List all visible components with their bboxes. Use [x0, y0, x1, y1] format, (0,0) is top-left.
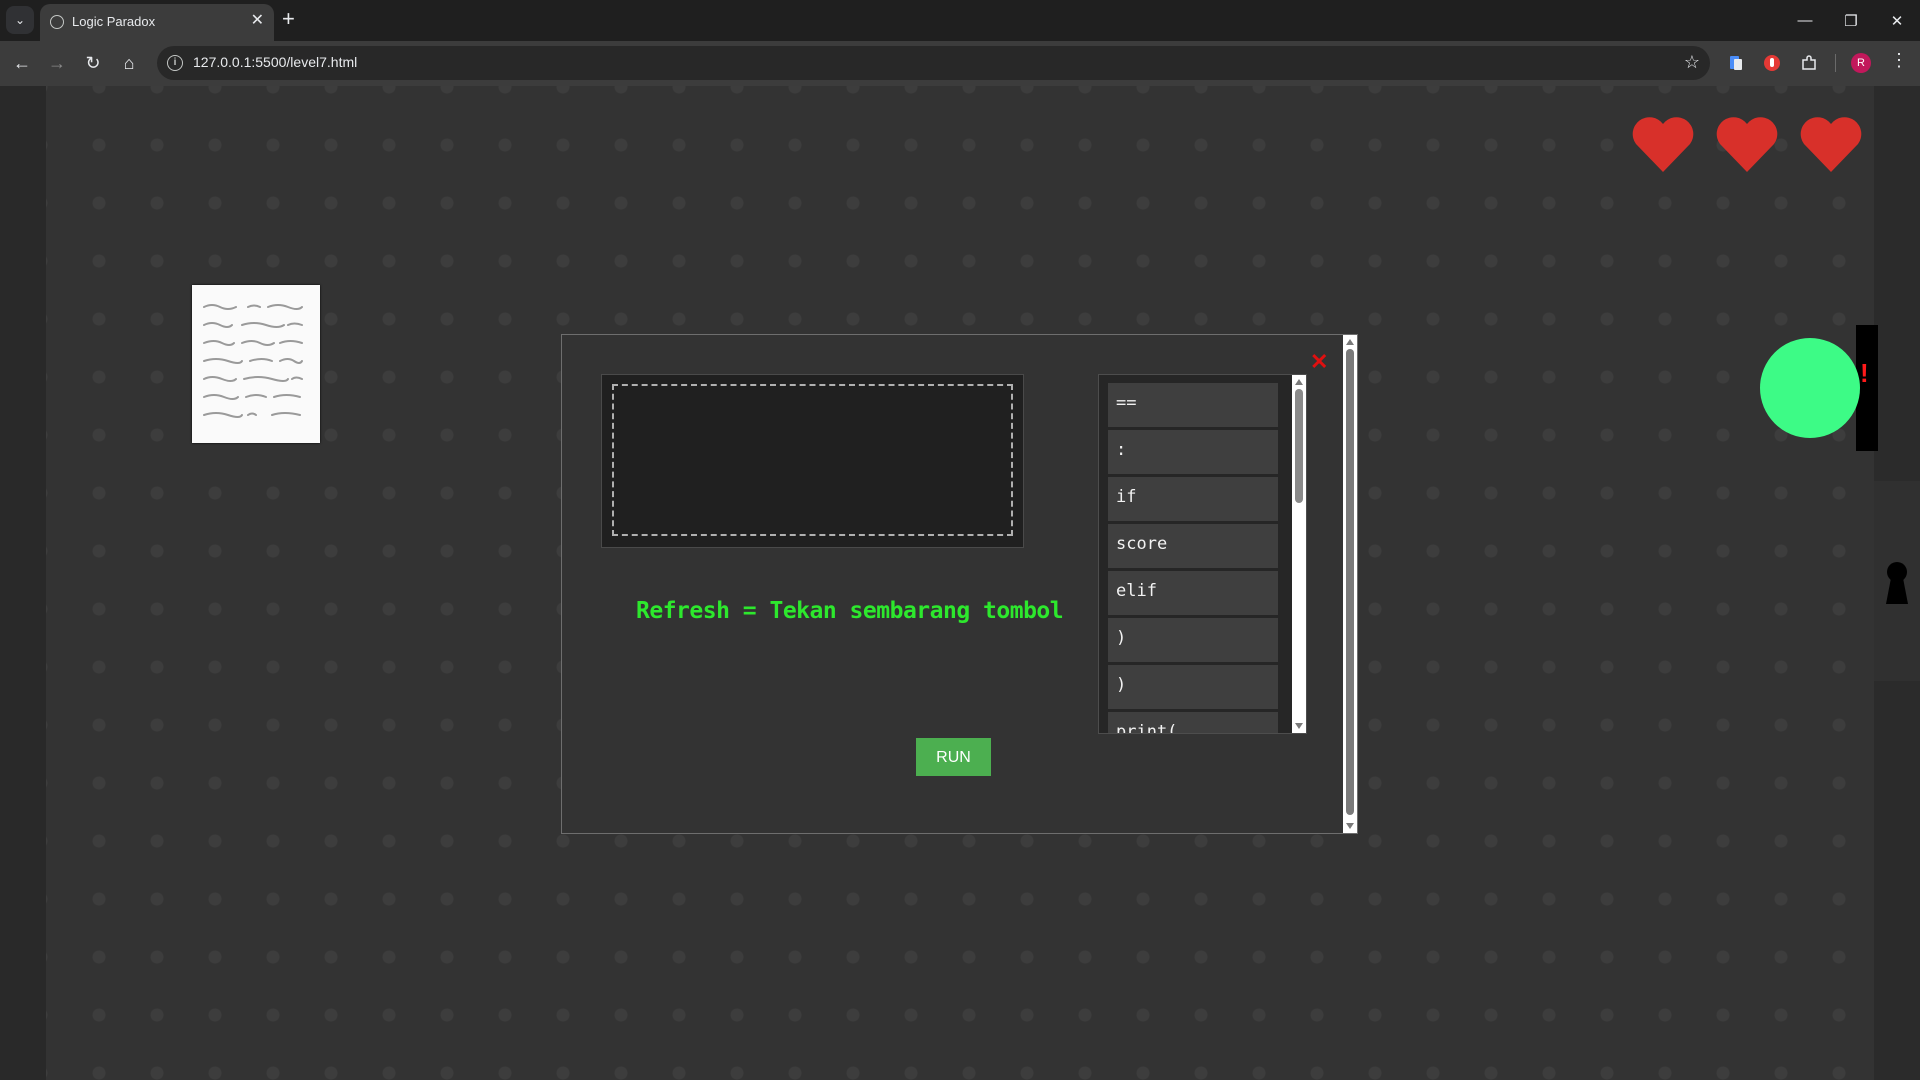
code-block[interactable]: elif	[1108, 571, 1278, 615]
page-viewport: ! Refresh = Tekan sembarang tombol == : …	[0, 86, 1920, 1080]
profile-avatar[interactable]: R	[1851, 53, 1871, 73]
close-tab-icon[interactable]: ✕	[251, 12, 264, 30]
code-block[interactable]: score	[1108, 524, 1278, 568]
npc-character[interactable]	[1760, 338, 1860, 438]
close-icon[interactable]: ✕	[1310, 349, 1328, 375]
extensions-puzzle-icon[interactable]	[1800, 54, 1818, 72]
lives-display	[1630, 114, 1864, 174]
window-controls: — ❐ ✕	[1782, 0, 1920, 41]
toolbar-divider	[1835, 54, 1836, 72]
extension-doc-icon[interactable]	[1727, 54, 1745, 72]
extension-hand-icon[interactable]	[1763, 54, 1781, 72]
scroll-up-arrow-icon[interactable]	[1346, 339, 1354, 345]
heart-icon	[1716, 117, 1778, 172]
palette-scrollbar[interactable]	[1292, 375, 1306, 733]
code-block[interactable]: ==	[1108, 383, 1278, 427]
note-paper[interactable]	[192, 285, 320, 443]
code-puzzle-modal: Refresh = Tekan sembarang tombol == : if…	[561, 334, 1358, 834]
code-block[interactable]: )	[1108, 665, 1278, 709]
new-tab-button[interactable]: +	[282, 8, 295, 30]
blurred-handwriting-image	[203, 304, 303, 418]
scroll-up-arrow-icon[interactable]	[1295, 379, 1303, 385]
minimize-button[interactable]: —	[1782, 0, 1828, 41]
heart-icon	[1632, 117, 1694, 172]
heart-icon	[1800, 117, 1862, 172]
browser-menu-icon[interactable]: ⋮	[1890, 50, 1908, 71]
tab-search-button[interactable]: ⌄	[6, 6, 34, 34]
browser-tab[interactable]: Logic Paradox ✕	[40, 4, 274, 41]
code-drop-zone[interactable]	[612, 384, 1013, 536]
close-window-button[interactable]: ✕	[1874, 0, 1920, 41]
modal-scrollbar[interactable]	[1343, 335, 1357, 833]
forward-button[interactable]: →	[44, 50, 70, 76]
browser-tab-bar: ⌄ Logic Paradox ✕ + — ❐ ✕	[0, 0, 1920, 41]
home-button[interactable]: ⌂	[116, 50, 142, 76]
url-text[interactable]: 127.0.0.1:5500/level7.html	[193, 54, 357, 70]
browser-toolbar: ← → ↻ ⌂ i 127.0.0.1:5500/level7.html ☆ R…	[0, 41, 1920, 86]
code-block[interactable]: if	[1108, 477, 1278, 521]
scroll-down-arrow-icon[interactable]	[1295, 723, 1303, 729]
address-bar[interactable]: i 127.0.0.1:5500/level7.html ☆	[157, 46, 1710, 80]
code-drop-area	[601, 374, 1024, 548]
back-button[interactable]: ←	[9, 50, 35, 76]
refresh-hint-text: Refresh = Tekan sembarang tombol	[636, 598, 1064, 624]
code-block[interactable]: )	[1108, 618, 1278, 662]
reload-button[interactable]: ↻	[80, 50, 106, 76]
keyhole-icon	[1886, 562, 1908, 604]
restore-button[interactable]: ❐	[1828, 0, 1874, 41]
modal-scroll-thumb[interactable]	[1346, 349, 1354, 815]
bookmark-star-icon[interactable]: ☆	[1684, 52, 1700, 73]
globe-icon	[50, 15, 64, 29]
scroll-down-arrow-icon[interactable]	[1346, 823, 1354, 829]
npc-alert-icon: !	[1860, 358, 1869, 388]
run-button[interactable]: RUN	[916, 738, 991, 776]
code-block-palette[interactable]: == : if score elif ) ) print(	[1098, 374, 1307, 734]
palette-scroll-thumb[interactable]	[1295, 389, 1303, 503]
code-block[interactable]: print(	[1108, 712, 1278, 733]
code-block[interactable]: :	[1108, 430, 1278, 474]
tab-title: Logic Paradox	[72, 14, 156, 29]
site-info-icon[interactable]: i	[167, 55, 183, 71]
